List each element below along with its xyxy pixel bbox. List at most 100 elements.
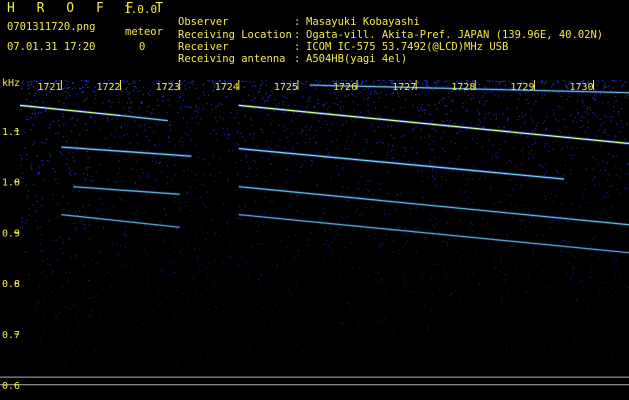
noise-speck [421,277,423,279]
noise-speck [182,117,184,119]
noise-speck [256,230,258,232]
noise-speck [378,84,381,86]
noise-speck [434,157,436,159]
noise-speck [51,291,53,293]
noise-speck [162,96,165,98]
noise-speck [614,95,617,98]
noise-speck [546,116,548,118]
noise-speck [349,162,351,164]
noise-speck [26,197,28,199]
noise-speck [626,97,629,99]
noise-speck [441,99,443,101]
noise-speck [609,252,611,254]
noise-speck [380,322,382,324]
noise-speck [562,378,564,381]
noise-speck [583,215,585,217]
noise-speck [275,304,277,306]
noise-speck [492,143,494,145]
noise-speck [494,155,496,157]
noise-speck [621,85,623,87]
noise-speck [350,326,352,328]
noise-speck [374,366,376,368]
noise-speck [576,147,578,149]
noise-speck [173,186,175,188]
noise-speck [157,293,159,295]
noise-speck [265,93,267,95]
noise-speck [536,93,539,95]
noise-speck [91,175,93,177]
noise-speck [130,102,132,104]
noise-speck [501,296,503,298]
noise-speck [541,93,543,96]
noise-speck [195,236,197,238]
noise-speck [223,133,225,136]
noise-speck [206,103,208,105]
noise-speck [434,178,436,180]
noise-speck [149,94,151,96]
noise-speck [66,84,68,86]
noise-speck [403,363,405,366]
noise-speck [443,231,445,233]
noise-speck [72,117,74,119]
noise-speck [429,113,431,115]
noise-speck [68,211,70,213]
noise-speck [415,94,417,96]
noise-speck [242,266,244,268]
noise-speck [462,123,464,125]
noise-speck [117,181,119,183]
noise-speck [141,150,143,152]
noise-speck [378,97,380,99]
noise-speck [528,158,530,160]
noise-speck [382,332,384,334]
noise-speck [519,126,521,128]
noise-speck [183,170,185,172]
noise-speck [197,260,199,262]
noise-speck [357,83,359,85]
noise-speck [244,86,246,88]
noise-speck [58,100,60,102]
noise-speck [341,226,343,228]
noise-speck [284,130,286,132]
noise-speck [95,350,97,352]
noise-speck [510,95,512,97]
noise-speck [416,251,418,253]
noise-speck [393,334,395,336]
noise-speck [519,350,521,352]
noise-speck [179,108,182,110]
noise-speck [252,137,254,139]
noise-speck [448,96,450,98]
noise-speck [21,109,23,111]
noise-speck [576,108,578,110]
noise-speck [125,80,127,82]
noise-speck [445,179,447,181]
noise-speck [25,119,27,121]
noise-speck [490,187,492,189]
noise-speck [315,142,317,144]
noise-speck [422,196,424,199]
noise-speck [446,105,448,107]
noise-speck [235,359,237,361]
noise-speck [615,165,617,167]
noise-speck [206,232,208,234]
noise-speck [175,272,177,274]
noise-speck [287,288,289,290]
noise-speck [446,242,448,244]
noise-speck [590,272,592,274]
noise-speck [367,110,369,112]
noise-speck [391,157,393,159]
noise-speck [34,315,36,317]
noise-speck [482,161,484,163]
noise-speck [212,89,214,91]
noise-speck [65,322,67,324]
noise-speck [489,189,491,191]
noise-speck [347,222,350,224]
noise-speck [66,318,68,320]
noise-speck [281,314,283,317]
noise-speck [559,131,561,134]
noise-speck [456,250,458,252]
noise-speck [572,301,575,304]
noise-speck [174,196,176,198]
noise-speck [92,90,94,92]
noise-speck [137,218,139,220]
noise-speck [102,214,104,216]
